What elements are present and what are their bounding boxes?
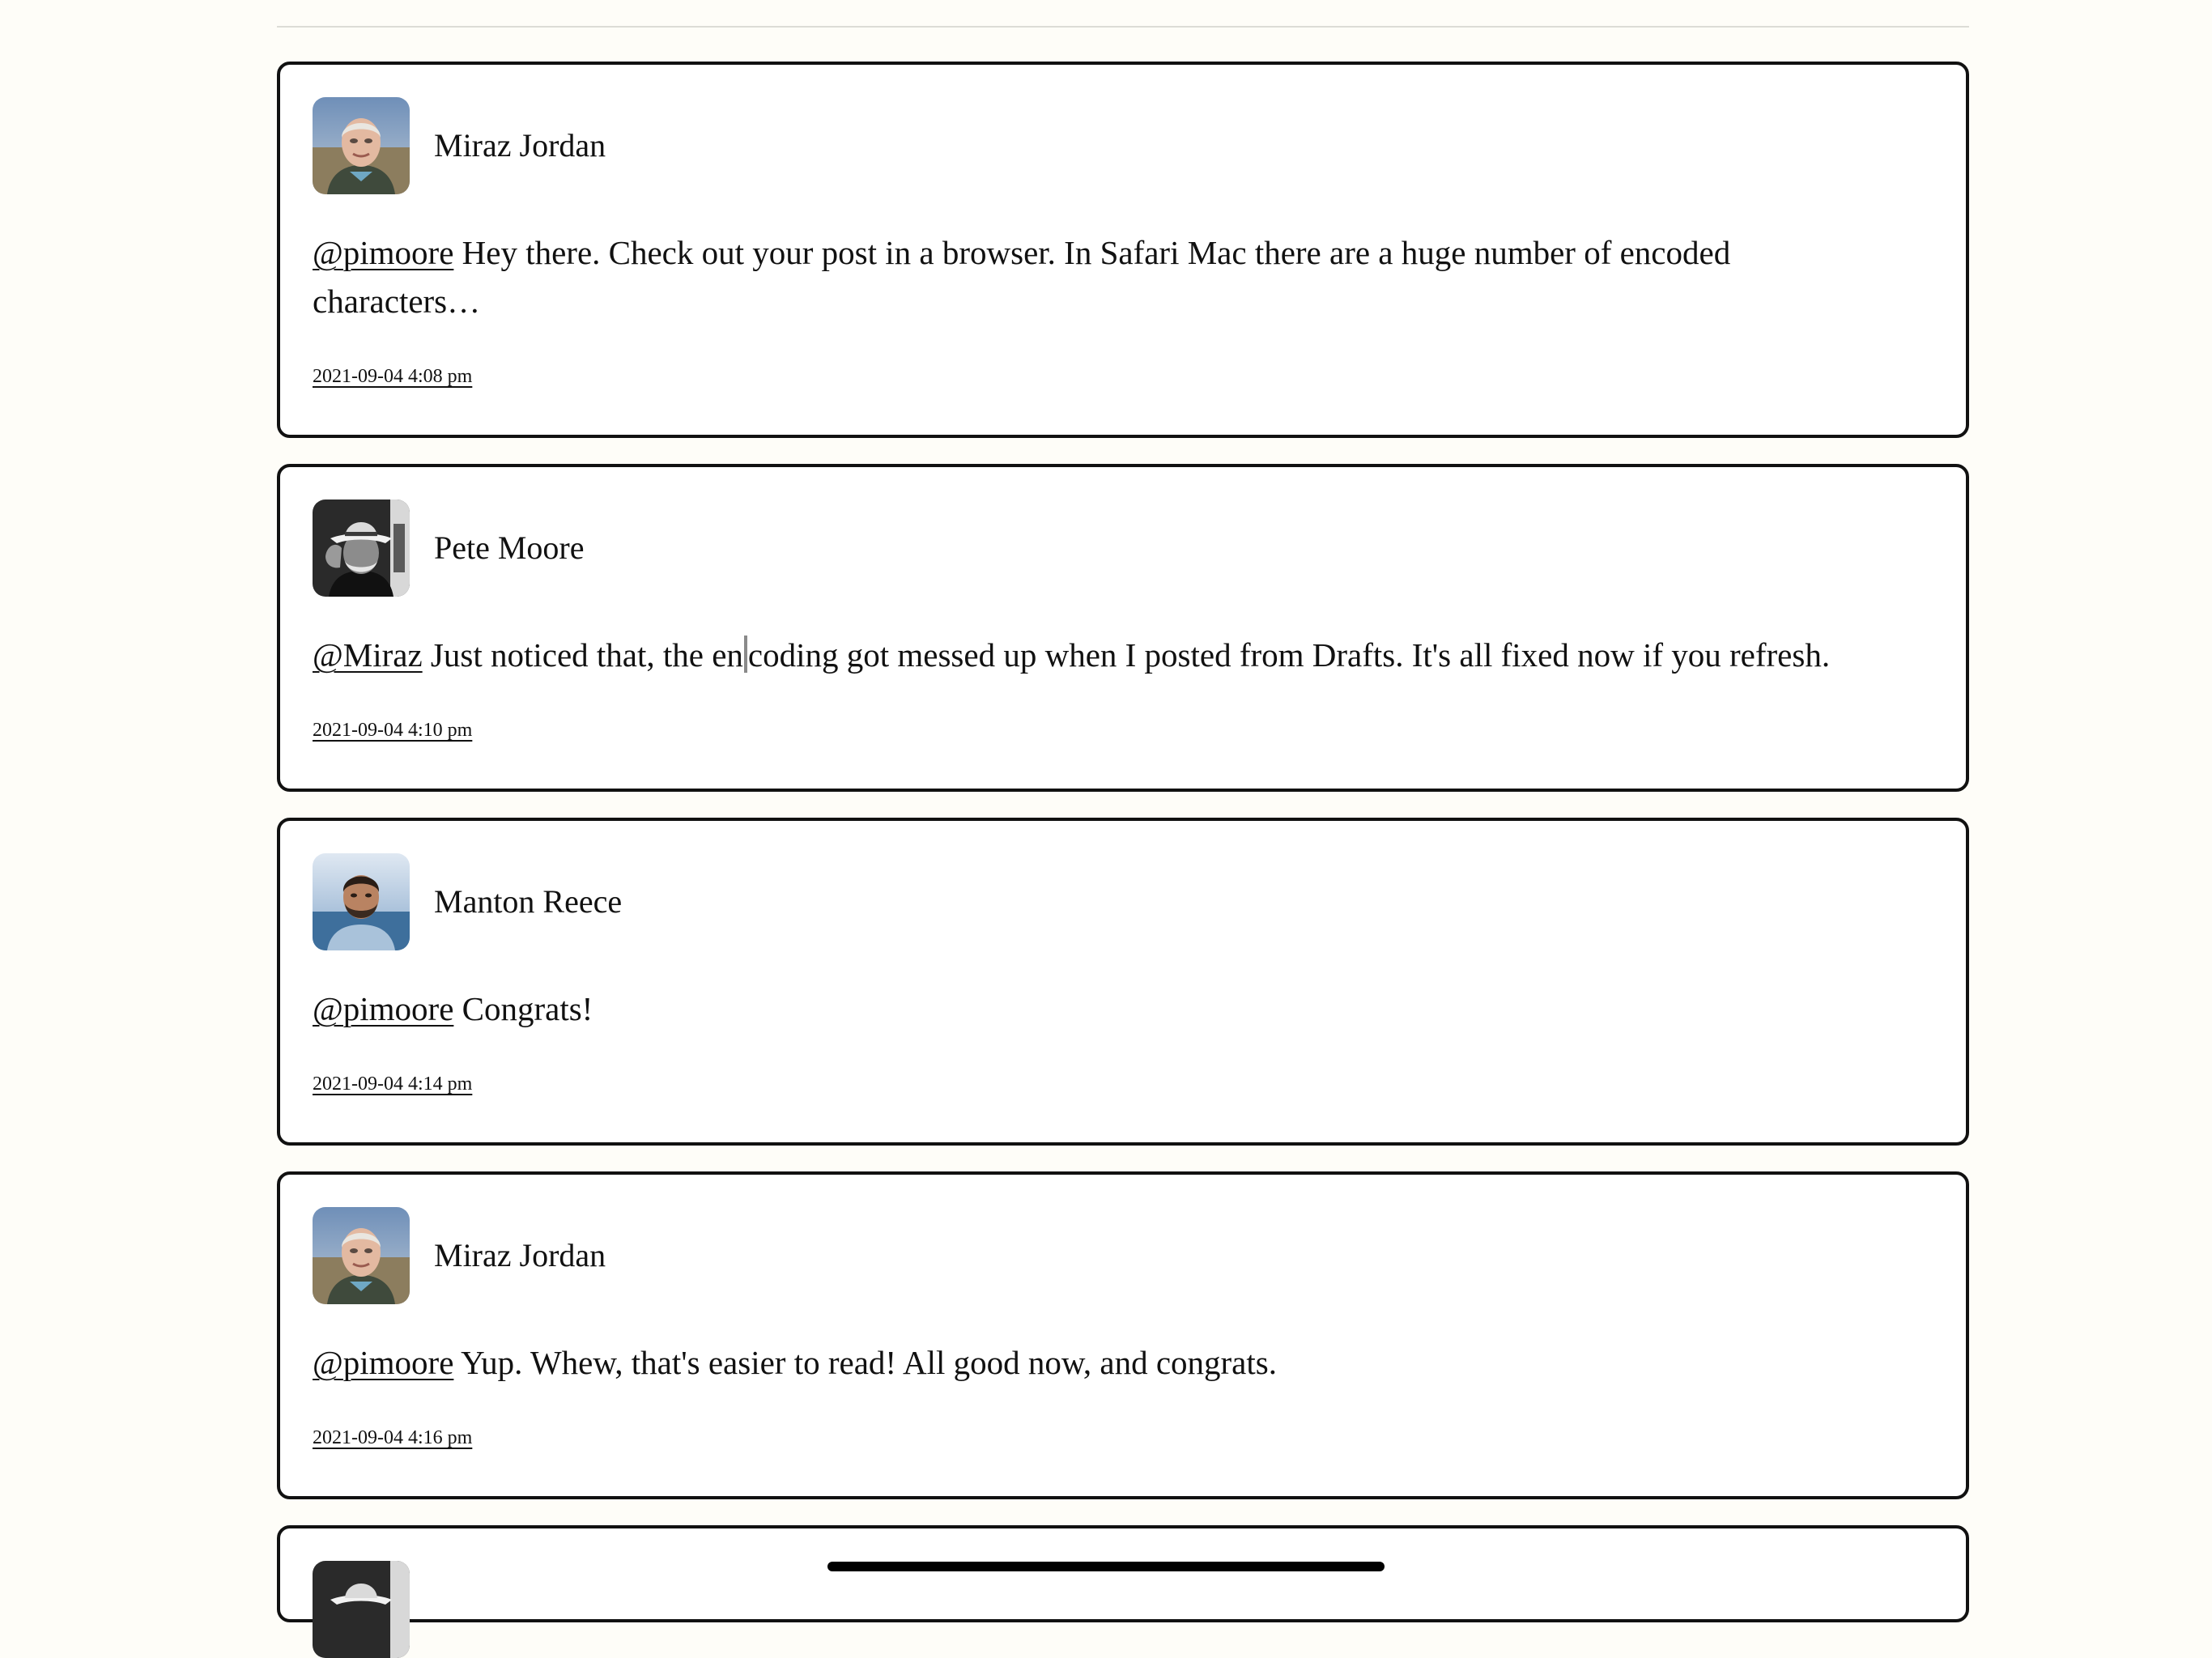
timestamp-link[interactable]: 2021-09-04 4:08 pm <box>313 366 472 388</box>
avatar[interactable] <box>313 1561 410 1658</box>
comment-header: Manton Reece <box>313 853 1933 950</box>
photo-avatar-pete-moore-icon <box>313 500 410 597</box>
comment-card: Miraz Jordan @pimoore Yup. Whew, that's … <box>277 1171 1969 1499</box>
comment-body: @pimoore Hey there. Check out your post … <box>313 228 1869 325</box>
avatar[interactable] <box>313 97 410 194</box>
avatar[interactable] <box>313 500 410 597</box>
comment-card: Pete Moore @Miraz Just noticed that, the… <box>277 464 1969 792</box>
photo-avatar-miraz-jordan-icon <box>313 97 410 194</box>
timestamp-link[interactable]: 2021-09-04 4:10 pm <box>313 720 472 742</box>
avatar[interactable] <box>313 853 410 950</box>
comment-text: Congrats! <box>453 990 593 1027</box>
mention-link[interactable]: @Miraz <box>313 636 423 674</box>
comment-feed: Miraz Jordan @pimoore Hey there. Check o… <box>277 62 1969 1658</box>
comment-header: Miraz Jordan <box>313 1207 1933 1304</box>
comment-body: @Miraz Just noticed that, the en coding g… <box>313 631 1869 679</box>
text-cursor <box>743 636 747 673</box>
comment-card: Manton Reece @pimoore Congrats! 2021-09-… <box>277 818 1969 1146</box>
avatar[interactable] <box>313 1207 410 1304</box>
mention-link[interactable]: @pimoore <box>313 1344 453 1381</box>
comment-header: Miraz Jordan <box>313 97 1933 194</box>
comment-body: @pimoore Yup. Whew, that's easier to rea… <box>313 1338 1869 1387</box>
top-divider <box>277 26 1969 28</box>
photo-avatar-miraz-jordan-icon <box>313 1207 410 1304</box>
timestamp-link[interactable]: 2021-09-04 4:16 pm <box>313 1427 472 1449</box>
comment-header <box>313 1561 1933 1658</box>
author-name: Miraz Jordan <box>434 127 606 164</box>
comment-text-after-cursor: coding got messed up when I posted from … <box>747 636 1831 674</box>
comment-body: @pimoore Congrats! <box>313 984 1869 1033</box>
comment-card <box>277 1525 1969 1658</box>
comment-text: Hey there. Check out your post in a brow… <box>313 234 1731 320</box>
comment-header: Pete Moore <box>313 500 1933 597</box>
timestamp-link[interactable]: 2021-09-04 4:14 pm <box>313 1073 472 1095</box>
comment-text-before-cursor: Just noticed that, the en <box>422 636 743 674</box>
author-name: Pete Moore <box>434 529 585 566</box>
comment-card: Miraz Jordan @pimoore Hey there. Check o… <box>277 62 1969 438</box>
author-name: Manton Reece <box>434 883 623 920</box>
mention-link[interactable]: @pimoore <box>313 990 453 1027</box>
photo-avatar-pete-moore-icon <box>313 1561 410 1658</box>
mention-link[interactable]: @pimoore <box>313 234 453 271</box>
home-indicator[interactable] <box>827 1562 1385 1571</box>
author-name: Miraz Jordan <box>434 1237 606 1273</box>
photo-avatar-manton-reece-icon <box>313 853 410 950</box>
comment-text: Yup. Whew, that's easier to read! All go… <box>453 1344 1277 1381</box>
